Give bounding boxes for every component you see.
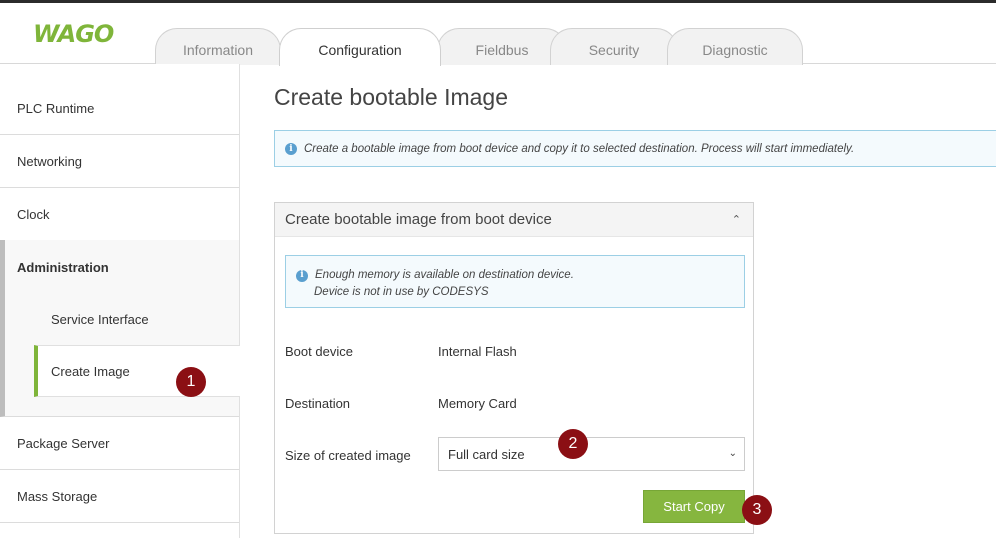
tab-security[interactable]: Security (550, 28, 678, 65)
page-info-text: Create a bootable image from boot device… (304, 142, 855, 155)
panel-title: Create bootable image from boot device (285, 211, 552, 228)
boot-device-label: Boot device (285, 344, 353, 359)
boot-device-value: Internal Flash (438, 344, 517, 359)
start-copy-button[interactable]: Start Copy (643, 490, 745, 523)
sidebar-item-label: Mass Storage (17, 488, 98, 504)
sidebar-item-label: Networking (17, 153, 83, 169)
sidebar-subitem-service-interface[interactable]: Service Interface (34, 293, 239, 345)
chevron-up-icon[interactable]: ⌃ (732, 213, 741, 226)
annotation-marker-3: 3 (742, 495, 772, 525)
sidebar-item-label: Clock (17, 206, 50, 222)
tab-information[interactable]: Information (155, 28, 281, 65)
image-size-select[interactable]: Full card size ⌄ (438, 437, 745, 471)
sidebar-item-package-server[interactable]: Package Server (0, 417, 239, 470)
sidebar-item-administration[interactable]: Administration (17, 260, 109, 275)
destination-label: Destination (285, 396, 351, 411)
header: WAGO Information Configuration Fieldbus … (0, 3, 996, 66)
sidebar-item-mass-storage[interactable]: Mass Storage (0, 470, 239, 523)
image-size-label: Size of created image (285, 448, 411, 463)
tab-configuration[interactable]: Configuration (279, 28, 441, 66)
info-icon: i (296, 269, 308, 282)
annotation-marker-2: 2 (558, 429, 588, 459)
sidebar-item-plc-runtime[interactable]: PLC Runtime (0, 82, 239, 135)
page-title: Create bootable Image (274, 84, 508, 110)
wago-logo[interactable]: WAGO (33, 20, 121, 48)
image-size-value: Full card size (448, 446, 525, 462)
sidebar-item-label: Service Interface (51, 311, 149, 327)
tab-diagnostic[interactable]: Diagnostic (667, 28, 803, 65)
tab-fieldbus[interactable]: Fieldbus (437, 28, 567, 65)
panel-info-line-2: Device is not in use by CODESYS (314, 286, 489, 298)
sidebar-item-label: Create Image (51, 363, 130, 379)
panel-info-box: i Enough memory is available on destinat… (285, 255, 745, 308)
create-image-panel: Create bootable image from boot device ⌃… (274, 202, 754, 534)
panel-info-line-1: Enough memory is available on destinatio… (315, 269, 574, 281)
sidebar-subitem-create-image[interactable]: Create Image (34, 345, 240, 397)
annotation-marker-1: 1 (176, 367, 206, 397)
info-icon: i (285, 142, 297, 155)
sidebar-item-clock[interactable]: Clock (0, 188, 239, 241)
panel-header[interactable]: Create bootable image from boot device ⌃ (275, 203, 753, 237)
sidebar-item-label: Package Server (17, 435, 110, 451)
page-info-box: i Create a bootable image from boot devi… (274, 130, 996, 167)
sidebar: PLC Runtime Networking Clock Administrat… (0, 64, 240, 538)
chevron-down-icon: ⌄ (728, 448, 737, 459)
destination-value: Memory Card (438, 396, 517, 411)
sidebar-item-networking[interactable]: Networking (0, 135, 239, 188)
sidebar-item-label: PLC Runtime (17, 100, 95, 116)
